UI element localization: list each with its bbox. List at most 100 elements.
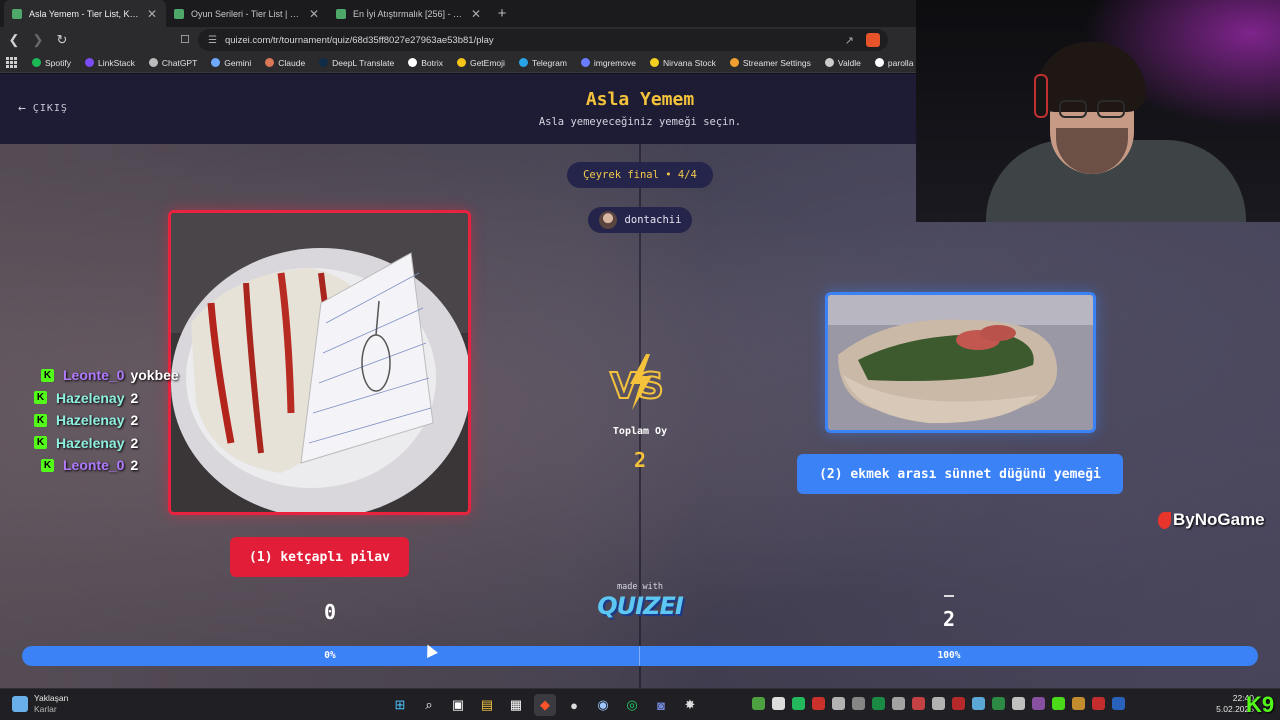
chat-text: 2: [130, 434, 139, 451]
bookmark-favicon-icon: [265, 58, 275, 67]
bookmark-item[interactable]: parolla: [874, 58, 913, 68]
close-icon[interactable]: ✕: [308, 7, 320, 21]
brave-shield-icon[interactable]: [866, 33, 880, 47]
store-icon[interactable]: ▦: [505, 694, 527, 716]
reload-button[interactable]: ↻: [52, 30, 72, 50]
bookmark-item[interactable]: Spotify: [32, 58, 71, 68]
vs-lightning-icon: VS: [609, 354, 665, 410]
tray-app-icon[interactable]: [912, 697, 925, 710]
round-badge: Çeyrek final • 4/4: [567, 162, 713, 188]
tray-app-icon[interactable]: [832, 697, 845, 710]
tray-app-icon[interactable]: [772, 697, 785, 710]
task-view-icon[interactable]: ▣: [447, 694, 469, 716]
bookmark-favicon-icon: [319, 58, 329, 67]
back-button[interactable]: ❮: [4, 30, 24, 50]
browser-tab[interactable]: En İyi Atıştırmalık [256] - Tier List | …: [328, 0, 490, 27]
apps-grid-icon[interactable]: [6, 56, 18, 69]
site-settings-icon[interactable]: ☰: [208, 35, 217, 46]
option-2-button[interactable]: (2) ekmek arası sünnet düğünü yemeği: [797, 454, 1123, 494]
tray-app-icon[interactable]: [792, 697, 805, 710]
bookmark-item[interactable]: imgremove: [580, 57, 636, 68]
bookmark-item[interactable]: Botrix: [408, 58, 443, 68]
tab-list: Asla Yemem - Tier List, Kör Sırala✕Oyun …: [4, 0, 490, 27]
close-icon[interactable]: ✕: [470, 7, 482, 21]
brave-icon[interactable]: ◆: [534, 694, 556, 716]
tray-app-icon[interactable]: [1092, 697, 1105, 710]
browser-tab[interactable]: Asla Yemem - Tier List, Kör Sırala ✕: [4, 0, 166, 27]
windows-start-icon[interactable]: ⊞: [389, 694, 411, 716]
bookmark-label: Nirvana Stock: [662, 57, 716, 68]
new-tab-button[interactable]: +: [490, 0, 514, 27]
option-2-percent: 100%: [937, 650, 961, 661]
tray-app-icon[interactable]: [1052, 697, 1065, 710]
whatsapp-icon[interactable]: ◎: [621, 694, 643, 716]
tray-app-icon[interactable]: [892, 697, 905, 710]
bookmark-item[interactable]: ChatGPT: [148, 57, 198, 68]
bookmark-favicon-icon: [824, 58, 834, 67]
quizei-logo[interactable]: QUIZEI: [595, 592, 685, 620]
sandwich-photo: [828, 295, 1093, 430]
tray-app-icon[interactable]: [1032, 697, 1045, 710]
bookmark-favicon-icon: [32, 58, 41, 67]
screen: Asla Yemem - Tier List, Kör Sırala✕Oyun …: [0, 0, 1280, 720]
tray-app-icon[interactable]: [992, 697, 1005, 710]
bookmark-label: Claude: [278, 57, 306, 68]
file-explorer-icon[interactable]: ▤: [476, 694, 498, 716]
bookmark-label: DeepL Translate: [332, 57, 395, 68]
bookmark-item[interactable]: Nirvana Stock: [649, 57, 716, 68]
weather-widget[interactable]: Yaklaşan Karlar: [12, 693, 68, 715]
close-icon[interactable]: ✕: [146, 7, 158, 21]
bookmark-item[interactable]: Claude: [265, 58, 305, 68]
tray-app-icon[interactable]: [1072, 697, 1085, 710]
bookmark-label: LinkStack: [98, 57, 135, 68]
bookmark-label: Botrix: [421, 57, 443, 68]
bookmark-item[interactable]: GetEmoji: [456, 58, 505, 68]
option-2-image[interactable]: [825, 292, 1096, 433]
tray-app-icon[interactable]: [752, 697, 765, 710]
forward-button[interactable]: ❯: [28, 30, 48, 50]
option-1-image[interactable]: [168, 210, 471, 515]
steam-icon[interactable]: ◉: [592, 694, 614, 716]
bookmark-favicon-icon: [85, 58, 94, 67]
exit-button[interactable]: ← ÇIKIŞ: [18, 101, 68, 116]
weather-icon: [12, 696, 28, 712]
tray-app-icon[interactable]: [1112, 697, 1125, 710]
bookmark-favicon-icon: [580, 58, 590, 67]
kick-badge-icon: K: [41, 368, 54, 382]
chat-message: K Leonte_0 2: [41, 454, 179, 477]
tray-app-icon[interactable]: [1012, 697, 1025, 710]
chat-overlay: K Leonte_0 yokbee K Hazelenay 2 K Hazelenay 2 K Ha…: [34, 364, 179, 477]
option-1-button[interactable]: (1) ketçaplı pilav: [230, 537, 409, 577]
chat-message: K Hazelenay 2: [34, 432, 179, 455]
tray-app-icon[interactable]: [972, 697, 985, 710]
bookmark-label: ChatGPT: [161, 57, 198, 68]
share-icon[interactable]: ↗: [845, 34, 854, 47]
system-tray: [752, 697, 1125, 710]
glasses-left: [1059, 100, 1087, 118]
tray-app-icon[interactable]: [812, 697, 825, 710]
tray-app-icon[interactable]: [872, 697, 885, 710]
bookmark-item[interactable]: Gemini: [211, 58, 251, 68]
bookmark-item[interactable]: Streamer Settings: [729, 58, 811, 68]
chat-message: K Hazelenay 2: [34, 387, 179, 410]
obs-icon[interactable]: ●: [563, 694, 585, 716]
chatgpt-icon[interactable]: ✸: [679, 694, 701, 716]
browser-tab[interactable]: Oyun Serileri - Tier List | Kör Sıralama…: [166, 0, 328, 27]
tray-app-icon[interactable]: [952, 697, 965, 710]
bookmark-label: imgremove: [593, 57, 636, 68]
bookmark-item[interactable]: DeepL Translate: [319, 58, 394, 68]
avatar: [598, 211, 617, 229]
tray-app-icon[interactable]: [852, 697, 865, 710]
search-icon[interactable]: ⌕: [418, 694, 440, 716]
tab-favicon-icon: [174, 8, 184, 19]
bookmark-icon[interactable]: ☐: [180, 33, 190, 46]
quiz-title: Asla Yemem: [585, 89, 695, 110]
address-bar[interactable]: ☰ quizei.com/tr/tournament/quiz/68d35ff8…: [198, 29, 888, 51]
tray-app-icon[interactable]: [932, 697, 945, 710]
bookmark-item[interactable]: Telegram: [518, 58, 567, 68]
kick-badge-icon: K: [34, 391, 47, 405]
bookmark-item[interactable]: Valdle: [824, 58, 861, 68]
sponsor-name: ByNoGame: [1173, 510, 1265, 529]
discord-icon[interactable]: ◙: [650, 694, 672, 716]
bookmark-item[interactable]: LinkStack: [85, 58, 135, 68]
